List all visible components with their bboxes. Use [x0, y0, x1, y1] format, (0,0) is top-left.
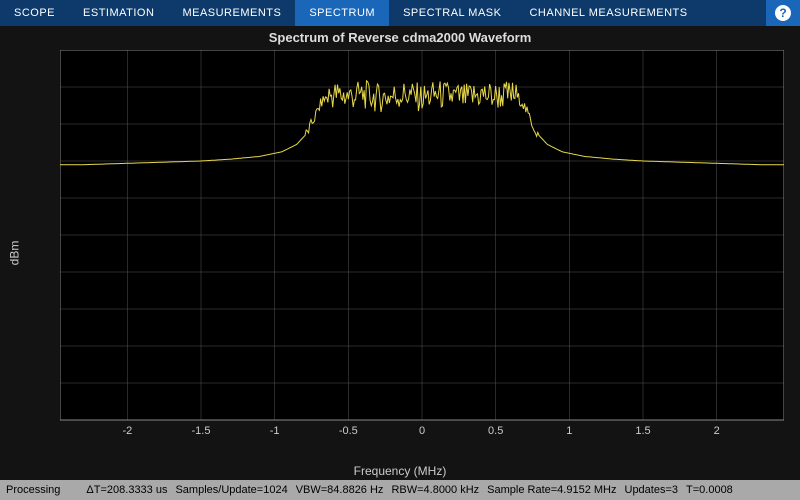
- status-item: T=0.0008: [686, 484, 733, 496]
- svg-text:-0.5: -0.5: [339, 425, 358, 437]
- tab-spectral-mask[interactable]: SPECTRAL MASK: [389, 0, 515, 26]
- status-bar: Processing ΔT=208.3333 us Samples/Update=1…: [0, 480, 800, 500]
- svg-text:0.5: 0.5: [488, 425, 503, 437]
- tab-spectrum[interactable]: SPECTRUM: [295, 0, 389, 26]
- tab-measurements[interactable]: MEASUREMENTS: [168, 0, 295, 26]
- status-item: ΔT=208.3333 us: [86, 484, 167, 496]
- svg-text:-1.5: -1.5: [192, 425, 211, 437]
- y-axis-label: dBm: [7, 241, 21, 266]
- x-axis-label: Frequency (MHz): [0, 464, 800, 478]
- svg-text:0: 0: [419, 425, 425, 437]
- status-processing: Processing: [6, 484, 60, 496]
- tab-estimation[interactable]: ESTIMATION: [69, 0, 168, 26]
- tab-scope[interactable]: SCOPE: [0, 0, 69, 26]
- chart-title: Spectrum of Reverse cdma2000 Waveform: [0, 30, 800, 45]
- chart-area: Spectrum of Reverse cdma2000 Waveform dB…: [0, 26, 800, 480]
- help-icon: ?: [775, 5, 791, 21]
- status-item: VBW=84.8826 Hz: [296, 484, 384, 496]
- help-button[interactable]: ?: [766, 0, 800, 26]
- status-item: Samples/Update=1024: [175, 484, 287, 496]
- svg-text:2: 2: [714, 425, 720, 437]
- svg-text:-1: -1: [270, 425, 280, 437]
- status-item: Sample Rate=4.9152 MHz: [487, 484, 616, 496]
- toolbar: SCOPEESTIMATIONMEASUREMENTSSPECTRUMSPECT…: [0, 0, 800, 26]
- tab-channel-measurements[interactable]: CHANNEL MEASUREMENTS: [515, 0, 701, 26]
- spectrum-plot: -160-140-120-100-80-60-40-2002040-2-1.5-…: [60, 50, 784, 450]
- status-item: RBW=4.8000 kHz: [391, 484, 479, 496]
- svg-text:1: 1: [566, 425, 572, 437]
- svg-text:-2: -2: [122, 425, 132, 437]
- status-item: Updates=3: [625, 484, 679, 496]
- svg-text:1.5: 1.5: [635, 425, 650, 437]
